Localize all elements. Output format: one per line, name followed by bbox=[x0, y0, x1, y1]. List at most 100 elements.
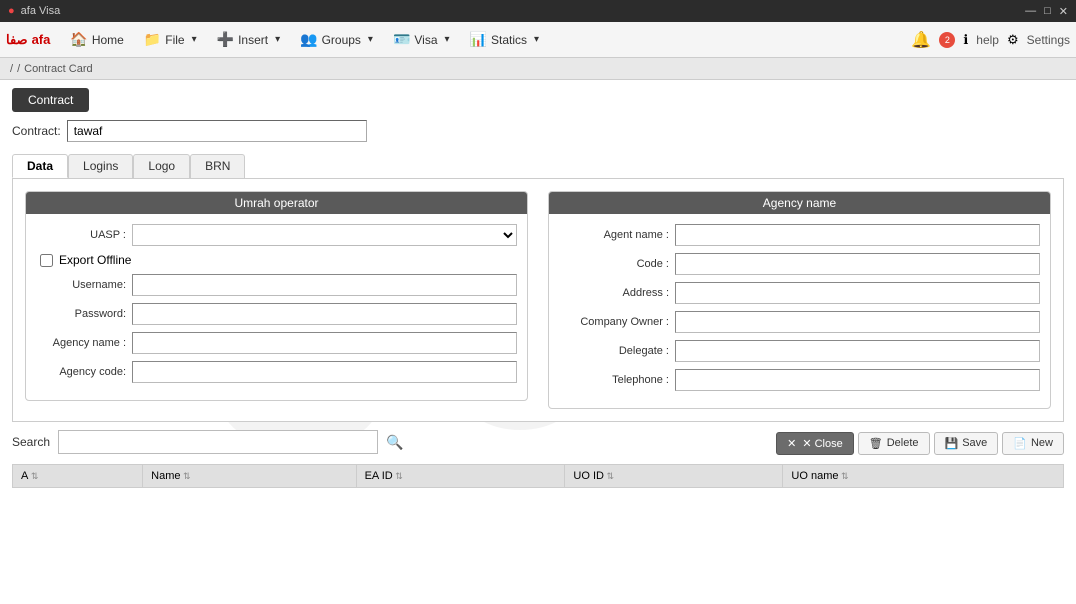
menu-insert[interactable]: ➕ Insert ▾ bbox=[209, 27, 288, 52]
delegate-label: Delegate : bbox=[559, 345, 669, 357]
minimize-button[interactable]: — bbox=[1025, 5, 1036, 18]
new-icon: 📄 bbox=[1013, 437, 1027, 450]
tabs-section: Data Logins Logo BRN Umrah operator UASP… bbox=[0, 146, 1076, 422]
col-ea-id-header[interactable]: EA ID bbox=[356, 465, 565, 488]
agency-name-box: Agency name Agent name : Code : bbox=[548, 191, 1051, 409]
action-bar: ✕ ✕ Close 🗑 Delete 💾 Save 📄 New bbox=[776, 432, 1064, 455]
code-input[interactable] bbox=[675, 253, 1040, 275]
tab-data[interactable]: Data bbox=[12, 154, 68, 178]
insert-icon: ➕ bbox=[217, 31, 234, 48]
breadcrumb: / / Contract Card bbox=[0, 58, 1076, 80]
contract-field-row: Contract: bbox=[12, 120, 1064, 142]
search-input[interactable] bbox=[58, 430, 378, 454]
help-link[interactable]: help bbox=[976, 33, 999, 47]
uasp-label: UASP : bbox=[36, 229, 126, 241]
app-title: afa Visa bbox=[21, 5, 61, 17]
statics-chevron-icon: ▾ bbox=[534, 34, 539, 45]
search-label: Search bbox=[12, 435, 50, 449]
code-label: Code : bbox=[559, 258, 669, 270]
visa-icon: 🪪 bbox=[393, 31, 410, 48]
menu-statics[interactable]: 📊 Statics ▾ bbox=[462, 27, 547, 52]
title-bar: ● afa Visa — □ ✕ bbox=[0, 0, 1076, 22]
gear-icon[interactable]: ⚙ bbox=[1007, 32, 1019, 48]
umrah-operator-panel: Umrah operator UASP : Export Offline bbox=[25, 191, 528, 409]
close-window-button[interactable]: ✕ bbox=[1059, 5, 1068, 18]
breadcrumb-home[interactable]: / bbox=[10, 63, 13, 75]
data-table: A Name EA ID UO ID UO name bbox=[12, 464, 1064, 488]
menu-visa[interactable]: 🪪 Visa ▾ bbox=[385, 27, 458, 52]
password-input[interactable] bbox=[132, 303, 517, 325]
delegate-row: Delegate : bbox=[559, 340, 1040, 362]
groups-chevron-icon: ▾ bbox=[368, 34, 373, 45]
agency-code-input[interactable] bbox=[132, 361, 517, 383]
settings-link[interactable]: Settings bbox=[1027, 33, 1070, 47]
username-input[interactable] bbox=[132, 274, 517, 296]
breadcrumb-separator: / bbox=[17, 63, 20, 75]
export-offline-checkbox[interactable] bbox=[40, 254, 53, 267]
tab-content: Umrah operator UASP : Export Offline bbox=[12, 178, 1064, 422]
menu-home[interactable]: 🏠 Home bbox=[62, 27, 131, 52]
menu-bar: صفا afa 🏠 Home 📁 File ▾ ➕ Insert ▾ 👥 Gro… bbox=[0, 22, 1076, 58]
agent-name-input[interactable] bbox=[675, 224, 1040, 246]
info-icon[interactable]: ℹ bbox=[963, 32, 968, 48]
agency-name-panel: Agency name Agent name : Code : bbox=[548, 191, 1051, 409]
uasp-row: UASP : bbox=[36, 224, 517, 246]
delete-button[interactable]: 🗑 Delete bbox=[858, 432, 930, 455]
company-owner-row: Company Owner : bbox=[559, 311, 1040, 333]
delegate-input[interactable] bbox=[675, 340, 1040, 362]
groups-icon: 👥 bbox=[300, 31, 317, 48]
file-icon: 📁 bbox=[144, 31, 161, 48]
address-input[interactable] bbox=[675, 282, 1040, 304]
maximize-button[interactable]: □ bbox=[1044, 5, 1051, 18]
save-button[interactable]: 💾 Save bbox=[934, 432, 999, 455]
contract-button[interactable]: Contract bbox=[12, 88, 89, 112]
menu-groups[interactable]: 👥 Groups ▾ bbox=[292, 27, 381, 52]
umrah-operator-box: Umrah operator UASP : Export Offline bbox=[25, 191, 528, 401]
username-label: Username: bbox=[36, 279, 126, 291]
contract-field-label: Contract: bbox=[12, 124, 61, 138]
menu-right-section: 🔔 2 ℹ help ⚙ Settings bbox=[911, 30, 1070, 50]
main-content: Contract Contract: Data Logins Logo BRN … bbox=[0, 80, 1076, 604]
app-logo-small: ● bbox=[8, 5, 15, 17]
statics-icon: 📊 bbox=[470, 31, 487, 48]
code-row: Code : bbox=[559, 253, 1040, 275]
close-button[interactable]: ✕ ✕ Close bbox=[776, 432, 854, 455]
company-owner-input[interactable] bbox=[675, 311, 1040, 333]
tab-brn[interactable]: BRN bbox=[190, 154, 245, 178]
app-logo: صفا afa bbox=[6, 32, 50, 48]
notification-bell-icon[interactable]: 🔔 bbox=[911, 30, 931, 50]
address-label: Address : bbox=[559, 287, 669, 299]
col-uo-name-header[interactable]: UO name bbox=[783, 465, 1064, 488]
telephone-input[interactable] bbox=[675, 369, 1040, 391]
contract-section: Contract Contract: bbox=[0, 80, 1076, 146]
password-row: Password: bbox=[36, 303, 517, 325]
agency-name-header: Agency name bbox=[549, 192, 1050, 214]
col-a-header[interactable]: A bbox=[13, 465, 143, 488]
telephone-row: Telephone : bbox=[559, 369, 1040, 391]
agency-name-row: Agency name : bbox=[36, 332, 517, 354]
breadcrumb-current: Contract Card bbox=[24, 63, 92, 75]
col-name-header[interactable]: Name bbox=[143, 465, 356, 488]
username-row: Username: bbox=[36, 274, 517, 296]
contract-field-input[interactable] bbox=[67, 120, 367, 142]
telephone-label: Telephone : bbox=[559, 374, 669, 386]
address-row: Address : bbox=[559, 282, 1040, 304]
visa-chevron-icon: ▾ bbox=[445, 34, 450, 45]
tab-logins[interactable]: Logins bbox=[68, 154, 133, 178]
col-uo-id-header[interactable]: UO ID bbox=[565, 465, 783, 488]
trash-icon: 🗑 bbox=[869, 437, 883, 450]
agency-code-row: Agency code: bbox=[36, 361, 517, 383]
insert-chevron-icon: ▾ bbox=[275, 34, 280, 45]
agency-name-input[interactable] bbox=[132, 332, 517, 354]
umrah-operator-header: Umrah operator bbox=[26, 192, 527, 214]
agent-name-label: Agent name : bbox=[559, 229, 669, 241]
search-button[interactable]: 🔍 bbox=[386, 434, 403, 451]
tab-logo[interactable]: Logo bbox=[133, 154, 190, 178]
uasp-select[interactable] bbox=[132, 224, 517, 246]
new-button[interactable]: 📄 New bbox=[1002, 432, 1064, 455]
export-offline-label: Export Offline bbox=[59, 253, 131, 267]
notification-badge: 2 bbox=[939, 32, 955, 48]
agency-code-label: Agency code: bbox=[36, 366, 126, 378]
menu-file[interactable]: 📁 File ▾ bbox=[136, 27, 205, 52]
close-icon: ✕ bbox=[787, 437, 796, 450]
